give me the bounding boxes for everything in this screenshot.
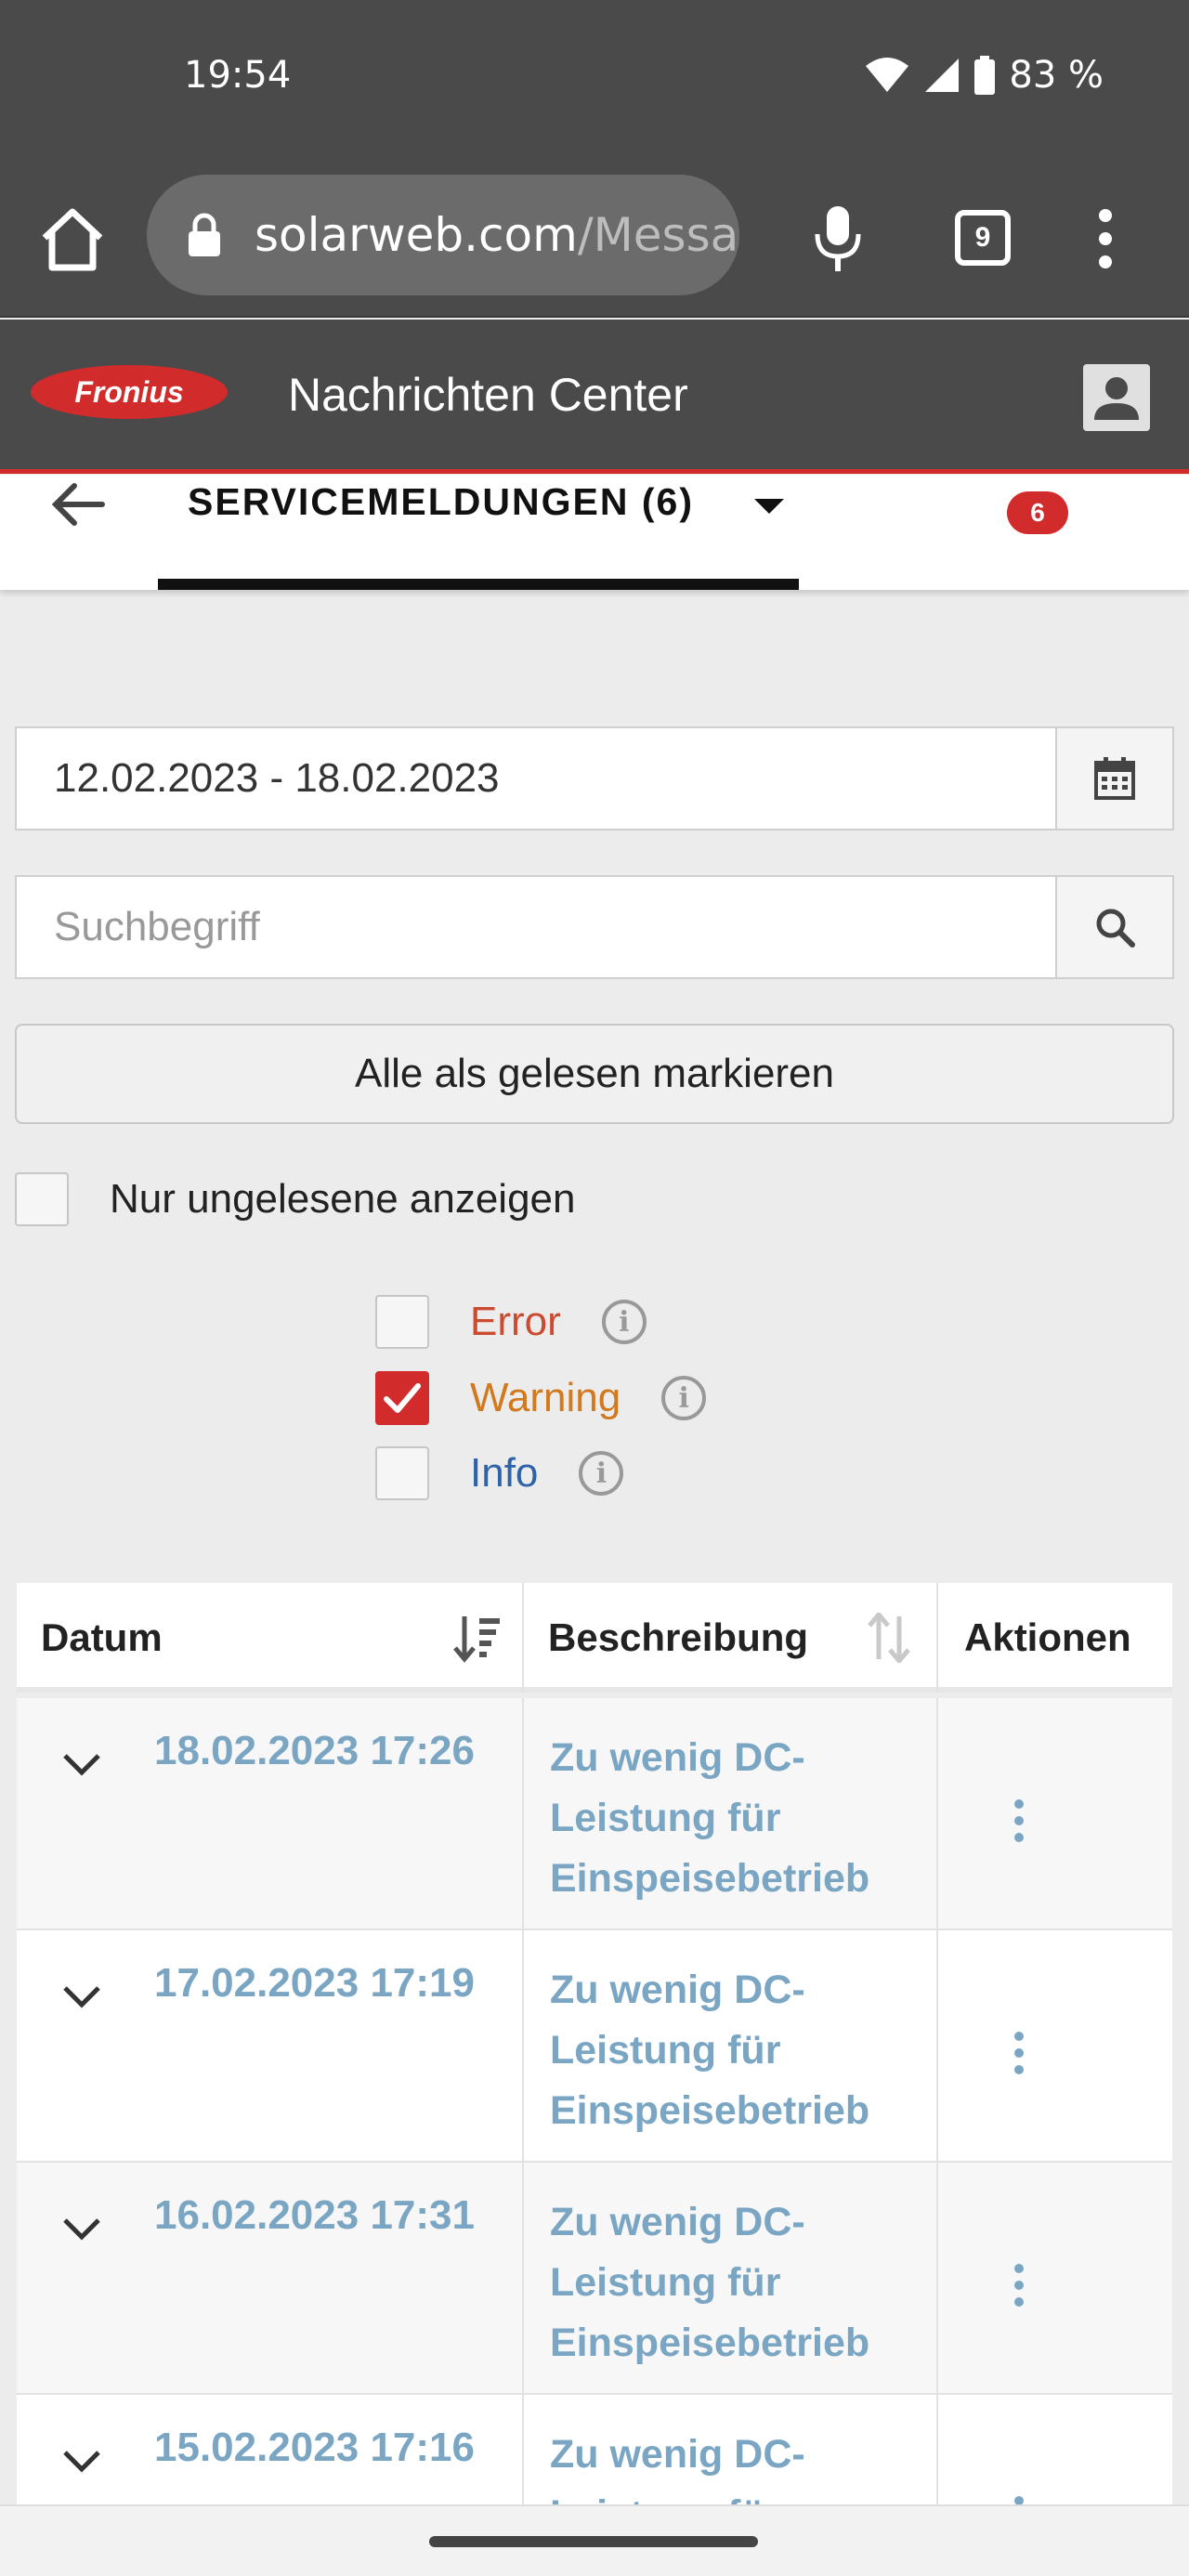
chevron-down-icon[interactable] [61, 2215, 102, 2243]
row-actions-icon[interactable] [1013, 2031, 1026, 2075]
calendar-button[interactable] [1055, 728, 1172, 829]
app-header: Fronius Nachrichten Center [0, 320, 1189, 474]
column-divider [522, 2395, 524, 2504]
column-header-beschreibung[interactable]: Beschreibung [548, 1583, 808, 1693]
status-time: 19:54 [184, 54, 292, 97]
chevron-down-icon[interactable] [61, 2447, 102, 2475]
fronius-logo[interactable]: Fronius [30, 364, 229, 420]
filter-info[interactable]: Info i [375, 1446, 624, 1500]
info-icon[interactable]: i [579, 1451, 624, 1496]
profile-button[interactable] [1083, 364, 1150, 431]
url-bar[interactable]: solarweb.com/Messa [147, 175, 739, 295]
lock-icon [189, 213, 220, 256]
messages-table: Datum Beschreibung Aktionen 18.02.2023 1… [17, 1583, 1172, 2504]
logo-text: Fronius [74, 375, 183, 409]
error-checkbox[interactable] [375, 1295, 429, 1349]
user-icon [1094, 377, 1139, 420]
url-path: /Messa [577, 208, 739, 262]
search-icon [1096, 909, 1135, 948]
system-nav-bar [0, 2504, 1189, 2576]
warning-checkbox[interactable] [375, 1371, 429, 1425]
url-text: solarweb.com/Messa [255, 208, 738, 262]
tab-switcher-button[interactable]: 9 [955, 210, 1011, 266]
date-range-input[interactable]: 12.02.2023 - 18.02.2023 [17, 728, 1055, 829]
table-row[interactable]: 17.02.2023 17:19 Zu wenig DC-Leistung fü… [17, 1930, 1172, 2163]
row-date[interactable]: 16.02.2023 17:31 [154, 2192, 475, 2239]
row-description[interactable]: Zu wenig DC-Leistung für Einspeisebetrie… [550, 2192, 940, 2373]
column-divider [936, 2163, 938, 2395]
column-divider [522, 1930, 524, 2163]
signal-icon [925, 59, 960, 92]
unread-only-option[interactable]: Nur ungelesene anzeigen [15, 1172, 576, 1226]
notification-badge[interactable]: 6 [1007, 491, 1068, 534]
row-actions-icon[interactable] [1013, 2263, 1026, 2308]
column-divider [522, 1583, 524, 1693]
page-title: Nachrichten Center [288, 369, 688, 421]
date-range-field[interactable]: 12.02.2023 - 18.02.2023 [15, 726, 1174, 830]
warning-label: Warning [470, 1375, 621, 1420]
more-vert-icon[interactable] [1087, 206, 1124, 271]
mark-all-read-button[interactable]: Alle als gelesen markieren [15, 1024, 1174, 1124]
table-row[interactable]: 18.02.2023 17:26 Zu wenig DC-Leistung fü… [17, 1698, 1172, 1930]
chevron-down-icon[interactable] [61, 1750, 102, 1778]
column-divider [936, 1698, 938, 1930]
status-bar: 19:54 83 % [0, 0, 1189, 158]
wifi-icon [866, 58, 909, 92]
search-input[interactable]: Suchbegriff [17, 877, 1055, 977]
tab-label: SERVICEMELDUNGEN (6) [188, 480, 694, 523]
url-host: solarweb.com [255, 208, 578, 262]
column-divider [936, 1930, 938, 2163]
row-actions-icon[interactable] [1013, 1798, 1026, 1843]
row-date[interactable]: 15.02.2023 17:16 [154, 2425, 475, 2471]
tab-bar: SERVICEMELDUNGEN (6) 6 [0, 475, 1189, 590]
info-checkbox[interactable] [375, 1446, 429, 1500]
info-icon[interactable]: i [601, 1300, 647, 1344]
search-button[interactable] [1055, 877, 1172, 977]
battery-percent: 83 % [1009, 54, 1104, 97]
column-divider [936, 1583, 938, 1693]
row-actions-icon[interactable] [1013, 2495, 1026, 2504]
battery-icon [974, 56, 996, 95]
row-description[interactable]: Zu wenig DC-Leistung für Einspeisebetrie… [550, 1960, 940, 2141]
row-description[interactable]: Zu wenig DC-Leistung für Einspeisebetrie… [550, 2425, 940, 2504]
column-divider [936, 2395, 938, 2504]
microphone-icon[interactable] [810, 203, 866, 273]
info-label: Info [470, 1450, 539, 1496]
column-header-aktionen: Aktionen [964, 1615, 1131, 1659]
search-field[interactable]: Suchbegriff [15, 875, 1174, 979]
column-divider [522, 2163, 524, 2395]
unread-only-label: Nur ungelesene anzeigen [110, 1176, 576, 1222]
column-header-datum[interactable]: Datum [41, 1583, 163, 1693]
sort-desc-icon[interactable] [453, 1613, 502, 1663]
tab-servicemeldungen[interactable]: SERVICEMELDUNGEN (6) [158, 475, 799, 590]
status-icons: 83 % [864, 54, 1104, 97]
info-icon[interactable]: i [661, 1376, 707, 1420]
column-divider [522, 1698, 524, 1930]
caret-down-icon [754, 499, 784, 514]
home-icon[interactable] [37, 204, 108, 275]
filter-warning[interactable]: Warning i [375, 1371, 707, 1425]
table-header: Datum Beschreibung Aktionen [17, 1583, 1172, 1693]
sort-icon[interactable] [866, 1613, 914, 1663]
row-description[interactable]: Zu wenig DC-Leistung für Einspeisebetrie… [550, 1728, 940, 1909]
error-label: Error [470, 1299, 561, 1344]
chevron-down-icon[interactable] [61, 1982, 102, 2010]
row-date[interactable]: 18.02.2023 17:26 [154, 1728, 475, 1774]
filter-error[interactable]: Error i [375, 1295, 647, 1349]
home-gesture-handle[interactable] [429, 2536, 758, 2547]
browser-toolbar: solarweb.com/Messa 9 [0, 158, 1189, 318]
unread-only-checkbox[interactable] [15, 1172, 69, 1226]
back-arrow-icon[interactable] [48, 478, 108, 538]
row-date[interactable]: 17.02.2023 17:19 [154, 1960, 475, 2007]
checkmark-icon [384, 1383, 421, 1413]
table-row[interactable]: 16.02.2023 17:31 Zu wenig DC-Leistung fü… [17, 2163, 1172, 2395]
table-row[interactable]: 15.02.2023 17:16 Zu wenig DC-Leistung fü… [17, 2395, 1172, 2504]
calendar-icon [1094, 757, 1135, 800]
